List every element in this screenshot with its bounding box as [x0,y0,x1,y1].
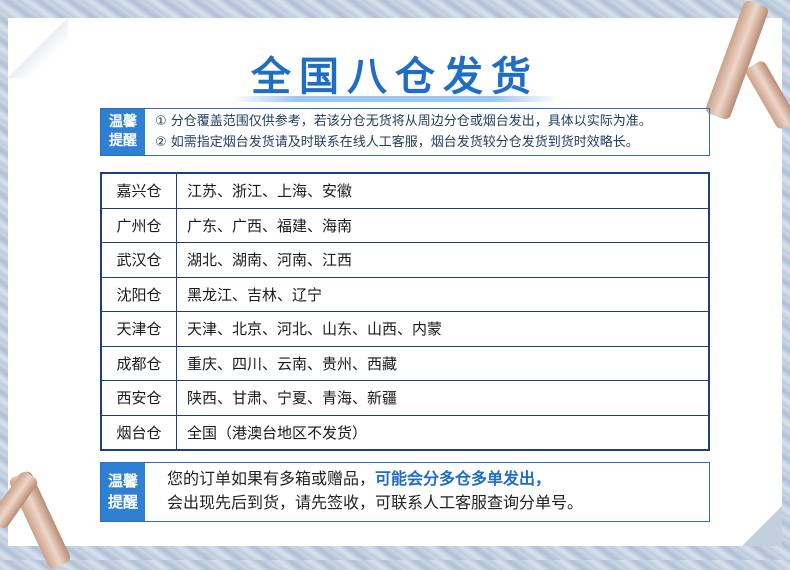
warehouse-name: 武汉仓 [100,242,177,278]
reminder-text: ① 分仓覆盖范围仅供参考，若该分仓无货将从周边分仓或烟台发出，具体以实际为准。 … [145,109,709,155]
title-underline [232,96,558,102]
table-row: 武汉仓 湖北、湖南、河南、江西 [100,242,710,278]
bottom-reminder-badge: 温馨 提醒 [101,463,145,521]
table-row: 沈阳仓 黑龙江、吉林、辽宁 [100,276,710,312]
warehouse-name: 嘉兴仓 [100,172,177,209]
warehouse-name: 西安仓 [100,380,177,416]
reminder-line: ① 分仓覆盖范围仅供参考，若该分仓无货将从周边分仓或烟台发出，具体以实际为准。 [155,114,652,129]
warehouse-area: 广东、广西、福建、海南 [176,207,710,243]
warehouse-name: 沈阳仓 [100,276,177,312]
bottom-reminder-badge-line: 温馨 [107,472,138,490]
table-row: 西安仓 陕西、甘肃、宁夏、青海、新疆 [100,380,710,416]
table-row: 成都仓 重庆、四川、云南、贵州、西藏 [100,345,710,381]
reminder-badge-line: 提醒 [109,133,137,149]
reminder-box: 温馨 提醒 ① 分仓覆盖范围仅供参考，若该分仓无货将从周边分仓或烟台发出，具体以… [100,108,710,156]
table-row: 广州仓 广东、广西、福建、海南 [100,207,710,243]
bottom-reminder-prefix: 您的订单如果有多箱或赠品， [167,469,376,488]
table-row: 嘉兴仓 江苏、浙江、上海、安徽 [100,172,710,209]
bottom-reminder-line-1: 您的订单如果有多箱或赠品，可能会分多仓多单发出， [167,467,709,491]
bottom-reminder-text: 您的订单如果有多箱或赠品，可能会分多仓多单发出， 会出现先后到货，请先签收，可联… [145,463,709,521]
table-row: 天津仓 天津、北京、河北、山东、山西、内蒙 [100,311,710,347]
page-curl-bottom-right [742,506,782,546]
bottom-reminder-highlight: 可能会分多仓多单发出， [375,469,552,488]
bottom-reminder-badge-line: 提醒 [107,493,138,511]
warehouse-area: 天津、北京、河北、山东、山西、内蒙 [176,311,710,347]
warehouse-name: 烟台仓 [100,414,177,451]
reminder-badge-line: 温馨 [109,114,137,130]
page-title: 全国八仓发货 [251,54,539,100]
reminder-line: ② 如需指定烟台发货请及时联系在线人工客服，烟台发货较分仓发货到货时效略长。 [155,135,639,150]
bottom-reminder-line-2: 会出现先后到货，请先签收，可联系人工客服查询分单号。 [167,493,584,512]
warehouse-area: 江苏、浙江、上海、安徽 [176,172,710,209]
bottom-reminder-box: 温馨 提醒 您的订单如果有多箱或赠品，可能会分多仓多单发出， 会出现先后到货，请… [100,462,710,522]
warehouse-area: 全国（港澳台地区不发货） [176,414,710,451]
warehouse-name: 成都仓 [100,345,177,381]
warehouse-name: 天津仓 [100,311,177,347]
table-row: 烟台仓 全国（港澳台地区不发货） [100,414,710,451]
reminder-badge: 温馨 提醒 [101,109,145,155]
warehouse-name: 广州仓 [100,207,177,243]
warehouse-area: 湖北、湖南、河南、江西 [176,242,710,278]
warehouse-area: 重庆、四川、云南、贵州、西藏 [176,345,710,381]
warehouse-table: 嘉兴仓 江苏、浙江、上海、安徽 广州仓 广东、广西、福建、海南 武汉仓 湖北、湖… [100,172,710,451]
warehouse-area: 陕西、甘肃、宁夏、青海、新疆 [176,380,710,416]
warehouse-area: 黑龙江、吉林、辽宁 [176,276,710,312]
